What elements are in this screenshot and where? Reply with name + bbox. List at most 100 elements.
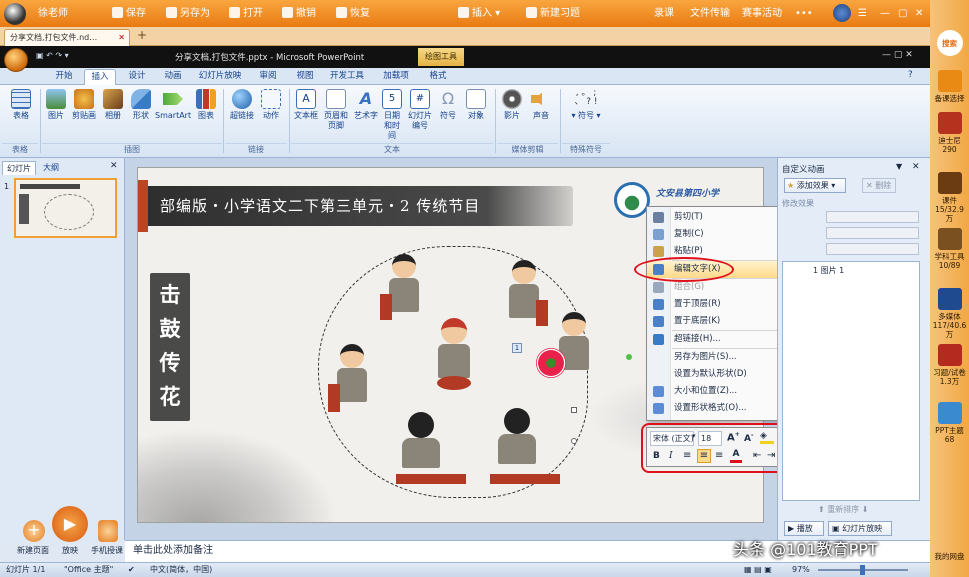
wordart-button[interactable]: A 艺术字 xyxy=(352,89,380,121)
table-icon xyxy=(11,89,31,109)
insert-menu[interactable]: 插入 ▾ xyxy=(458,6,500,21)
sidebar-item-0[interactable]: 搜索 xyxy=(932,30,967,58)
tab-3[interactable]: 动画 xyxy=(158,69,188,85)
tab-0[interactable]: 开始 xyxy=(50,69,78,85)
file-transfer-button[interactable]: 文件传输 xyxy=(690,6,730,21)
more-icon[interactable]: ••• xyxy=(795,6,813,21)
office-button[interactable] xyxy=(4,48,28,72)
picture-button[interactable]: 图片 xyxy=(44,89,68,121)
sidebar-item-7[interactable]: PPT主题 68 xyxy=(932,402,967,444)
redo-button[interactable]: 恢复 xyxy=(336,6,370,21)
tab-8[interactable]: 加载项 xyxy=(374,69,418,85)
flower-image[interactable] xyxy=(536,348,566,378)
close-tab-icon[interactable]: ✕ xyxy=(118,30,125,45)
close-pane-icon[interactable]: ✕ xyxy=(912,162,920,172)
new-tab-icon[interactable]: + xyxy=(137,28,147,42)
format-shape-icon xyxy=(653,403,664,414)
tab-6[interactable]: 视图 xyxy=(290,69,320,85)
sidebar-item-8[interactable]: 我的网盘 xyxy=(932,552,967,561)
events-button[interactable]: 赛事活动 xyxy=(742,6,782,21)
datetime-button[interactable]: 5 日期和时间 xyxy=(380,89,404,141)
help-icon[interactable]: ? xyxy=(908,70,913,80)
add-effect-button[interactable]: ★ 添加效果 ▾ xyxy=(784,178,846,193)
textbox-button[interactable]: A 文本框 xyxy=(292,89,320,121)
tab-1[interactable]: 插入 xyxy=(84,69,116,85)
menu-icon[interactable]: ☰ xyxy=(858,6,867,21)
selection-handle[interactable] xyxy=(571,438,577,444)
object-button[interactable]: 对象 xyxy=(462,89,490,121)
document-tab[interactable]: 分享文档,打包文件.nd… ✕ xyxy=(4,29,130,46)
symbol-button[interactable]: Ω 符号 xyxy=(436,89,460,121)
selection-handle[interactable] xyxy=(571,407,577,413)
table-button[interactable]: 表格 xyxy=(6,89,36,121)
speed-select[interactable] xyxy=(826,243,919,255)
sidebar-item-3[interactable]: 课件 15/32.9万 xyxy=(932,172,967,223)
quick-access-toolbar[interactable]: ▣ ↶ ↷ ▾ xyxy=(36,51,116,63)
record-button[interactable]: 录课 xyxy=(654,6,674,21)
animation-list[interactable]: 1 图片 1 xyxy=(782,261,920,501)
chart-button[interactable]: 图表 xyxy=(194,89,218,121)
slideshow-button[interactable]: ▣ 幻灯片放映 xyxy=(828,521,892,536)
sidebar-item-2[interactable]: 迪士尼 290 xyxy=(932,112,967,154)
avatar[interactable] xyxy=(833,4,851,22)
new-question-button[interactable]: 新建习题 xyxy=(526,6,580,21)
animation-list-item[interactable]: 1 图片 1 xyxy=(813,265,844,276)
ppt-window-controls[interactable]: — ▢ ✕ xyxy=(882,50,913,60)
hyperlink-button[interactable]: 超链接 xyxy=(227,89,257,121)
play-slideshow-icon[interactable]: ▶ xyxy=(52,506,88,542)
header-footer-button[interactable]: 页眉和页脚 xyxy=(321,89,351,131)
sidebar-label: 习题/试卷 xyxy=(933,368,966,377)
open-button[interactable]: 打开 xyxy=(229,6,263,21)
new-page-button[interactable]: 新建页面 xyxy=(17,545,49,556)
slide-thumbnail[interactable] xyxy=(14,178,117,238)
smartart-button[interactable]: SmartArt xyxy=(155,89,191,121)
animation-marker[interactable]: 1 xyxy=(512,343,522,353)
sidebar-item-5[interactable]: 多媒体 117/40.6万 xyxy=(932,288,967,339)
undo-button[interactable]: 撤销 xyxy=(282,6,316,21)
theme-name: "Office 主题" xyxy=(64,565,114,574)
tab-5[interactable]: 审阅 xyxy=(253,69,283,85)
ribbon-insert: 表格 图片 剪贴画 相册 形状 SmartArt 图表 超链接 动作 A 文本框 … xyxy=(0,85,930,158)
sound-button[interactable]: 声音 xyxy=(528,89,554,121)
action-button[interactable]: 动作 xyxy=(258,89,284,121)
tab-slides[interactable]: 幻灯片 xyxy=(2,161,36,175)
shapes-button[interactable]: 形状 xyxy=(128,89,154,121)
pane-options-icon[interactable]: ▼ xyxy=(896,162,902,171)
close-pane-icon[interactable]: ✕ xyxy=(110,161,118,171)
view-buttons[interactable]: ▦ ▤ ▣ xyxy=(744,563,772,577)
tab-7[interactable]: 开发工具 xyxy=(326,69,368,85)
play-button-label[interactable]: 放映 xyxy=(62,545,78,556)
sidebar-item-6[interactable]: 习题/试卷 1.3万 xyxy=(932,344,967,386)
start-select[interactable] xyxy=(826,211,919,223)
rotate-handle[interactable] xyxy=(626,354,632,360)
user-name[interactable]: 徐老师 xyxy=(38,6,68,21)
zoom-level[interactable]: 97% xyxy=(792,563,810,577)
special-symbol-button[interactable]: , 。 ;、 ? ! ▾ 符号 ▾ xyxy=(566,89,606,121)
save-as-button[interactable]: 另存为 xyxy=(166,6,210,21)
play-button[interactable]: ▶ 播放 xyxy=(784,521,824,536)
spellcheck-icon[interactable]: ✔ xyxy=(128,563,135,577)
tab-9[interactable]: 格式 xyxy=(425,69,451,85)
phone-control-button[interactable]: 手机授课 xyxy=(91,545,123,556)
minimize-icon[interactable]: — xyxy=(880,6,890,21)
maximize-icon[interactable]: ▢ xyxy=(898,6,907,21)
sidebar-label: 我的网盘 xyxy=(934,552,965,561)
property-select[interactable] xyxy=(826,227,919,239)
album-button[interactable]: 相册 xyxy=(100,89,126,121)
tab-outline[interactable]: 大纲 xyxy=(37,161,65,175)
zoom-thumb[interactable] xyxy=(860,565,865,575)
tab-2[interactable]: 设计 xyxy=(122,69,152,85)
slide-number-button[interactable]: # 幻灯片编号 xyxy=(406,89,434,131)
reorder-row[interactable]: ⬆ 重新排序 ⬇ xyxy=(818,504,869,515)
phone-control-icon[interactable] xyxy=(98,520,118,542)
tab-4[interactable]: 幻灯片放映 xyxy=(192,69,248,85)
close-icon[interactable]: ✕ xyxy=(915,6,923,21)
save-button[interactable]: 保存 xyxy=(112,6,146,21)
thumb-circle xyxy=(44,194,94,230)
remove-button[interactable]: ✕ 删除 xyxy=(862,178,896,193)
clipart-button[interactable]: 剪贴画 xyxy=(70,89,98,121)
sidebar-item-1[interactable]: 备课选择 xyxy=(932,70,967,103)
new-page-icon[interactable]: + xyxy=(23,520,45,542)
sidebar-item-4[interactable]: 学科工具 10/89 xyxy=(932,228,967,270)
movie-button[interactable]: 影片 xyxy=(499,89,525,121)
